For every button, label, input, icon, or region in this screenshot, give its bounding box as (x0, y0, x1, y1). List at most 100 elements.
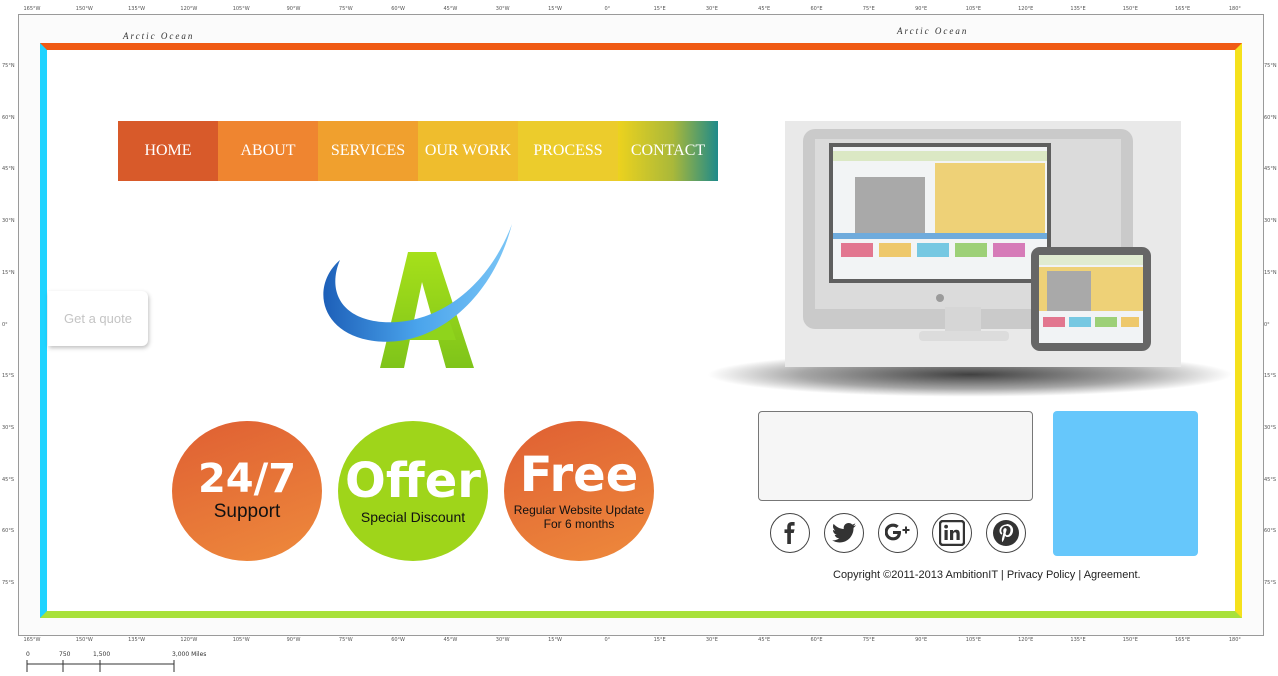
scale-tick-3000: 3,000 Miles (172, 651, 206, 658)
latitude-labels-right: 75°N 60°N 45°N 30°N 15°N 0° 15°S 30°S 45°S 60°S 75… (1264, 0, 1278, 676)
devices-illustration (785, 121, 1181, 367)
longitude-label: 180° (1228, 637, 1241, 643)
longitude-label: 105°W (232, 6, 250, 12)
latitude-label: 60°N (1264, 114, 1277, 121)
longitude-label: 135°E (1070, 637, 1086, 643)
longitude-label: 105°W (232, 637, 250, 643)
latitude-label: 60°S (1264, 528, 1277, 535)
latitude-label: 75°N (1264, 63, 1277, 69)
longitude-label: 75°W (338, 637, 353, 643)
badge-free-big: Free (519, 447, 639, 503)
longitude-label: 30°W (495, 637, 510, 643)
longitude-label: 120°W (180, 637, 198, 643)
latitude-label: 60°N (2, 114, 15, 121)
latitude-label: 75°N (2, 63, 15, 69)
nav-about[interactable]: ABOUT (218, 121, 318, 181)
longitude-label: 45°W (443, 6, 458, 12)
longitude-label: 90°E (915, 637, 928, 643)
scale-tick-0: 0 (26, 651, 30, 658)
longitude-label: 90°W (286, 6, 301, 12)
latitude-label: 30°S (1264, 424, 1277, 431)
longitude-label: 105°E (965, 637, 981, 643)
longitude-label: 0° (604, 637, 611, 643)
longitude-label: 45°E (758, 637, 771, 643)
latitude-label: 75°S (2, 580, 15, 586)
twitter-icon[interactable] (824, 513, 864, 553)
longitude-label: 75°E (862, 6, 875, 12)
longitude-label: 75°E (862, 637, 875, 643)
longitude-label: 150°W (75, 637, 93, 643)
privacy-policy-link[interactable]: Privacy Policy (1007, 569, 1075, 581)
latitude-label: 60°S (2, 528, 15, 535)
longitude-label: 30°W (495, 6, 510, 12)
text-input-box[interactable] (758, 411, 1033, 501)
google-plus-icon[interactable] (878, 513, 918, 553)
longitude-label: 15°W (548, 6, 562, 12)
longitude-label: 105°E (965, 6, 981, 12)
longitude-label: 90°W (286, 637, 301, 643)
longitude-label: 75°W (338, 6, 353, 12)
nav-home[interactable]: HOME (118, 121, 218, 181)
nav-our-work[interactable]: OUR WORK (418, 121, 518, 181)
longitude-label: 45°W (443, 637, 458, 643)
longitude-label: 150°W (75, 6, 93, 12)
longitude-label: 150°E (1122, 6, 1138, 12)
longitude-label: 15°E (653, 6, 666, 12)
longitude-label: 45°E (758, 6, 771, 12)
longitude-label: 135°W (128, 637, 146, 643)
latitude-label: 15°S (2, 373, 15, 380)
latitude-label: 15°S (1264, 373, 1277, 380)
latitude-label: 30°N (2, 218, 15, 225)
longitude-label: 165°W (23, 637, 41, 643)
nav-process[interactable]: PROCESS (518, 121, 618, 181)
main-nav: HOME ABOUT SERVICES OUR WORK PROCESS CON… (118, 121, 718, 181)
longitude-label: 30°E (705, 637, 718, 643)
latitude-label: 45°N (1264, 166, 1277, 173)
longitude-label: 120°E (1018, 6, 1034, 12)
footer-separator: | (997, 569, 1007, 581)
nav-services[interactable]: SERVICES (318, 121, 418, 181)
longitude-label: 30°E (705, 6, 718, 12)
longitude-label: 150°E (1122, 637, 1138, 643)
longitude-label: 165°E (1174, 637, 1191, 643)
longitude-label: 60°W (391, 6, 405, 12)
latitude-label: 30°N (1264, 218, 1277, 225)
latitude-label: 75°S (1264, 580, 1277, 586)
longitude-label: 165°E (1174, 6, 1191, 12)
longitude-labels-top: 165°W 150°W 135°W 120°W 105°W 90°W 75°W 60°W 45°… (0, 3, 1278, 15)
latitude-label: 45°S (2, 476, 15, 483)
longitude-label: 15°E (653, 637, 666, 643)
scale-tick-1500: 1,500 (93, 651, 110, 658)
nav-contact[interactable]: CONTACT (618, 121, 718, 181)
linkedin-icon[interactable] (932, 513, 972, 553)
longitude-label: 60°E (810, 6, 823, 12)
footer-copyright: Copyright ©2011-2013 AmbitionIT | Privac… (833, 569, 1141, 581)
latitude-label: 45°N (2, 166, 15, 173)
ocean-label-right: Arctic Ocean (897, 26, 969, 36)
longitude-label: 0° (604, 6, 611, 12)
longitude-label: 165°W (23, 6, 41, 12)
latitude-label: 0° (1264, 321, 1270, 328)
badge-free-small: Regular Website Update (513, 503, 645, 517)
latitude-label: 30°S (2, 424, 15, 431)
footer-separator: | (1075, 569, 1084, 581)
longitude-label: 180° (1228, 6, 1241, 12)
badge-free: Free Regular Website Update For 6 months (504, 421, 654, 561)
badge-offer: Offer Special Discount (338, 421, 488, 561)
pinterest-icon[interactable] (986, 513, 1026, 553)
longitude-label: 120°W (180, 6, 198, 12)
badge-offer-small: Special Discount (360, 509, 466, 525)
map-scale-bar: 0 750 1,500 3,000 Miles (26, 651, 206, 672)
facebook-icon[interactable] (770, 513, 810, 553)
longitude-label: 15°W (548, 637, 562, 643)
agreement-link[interactable]: Agreement. (1084, 569, 1141, 581)
longitude-label: 120°E (1018, 637, 1034, 643)
latitude-label: 15°N (2, 269, 15, 276)
badge-free-small-2: For 6 months (543, 517, 615, 531)
get-a-quote-button[interactable]: Get a quote (48, 291, 148, 346)
latitude-label: 45°S (1264, 476, 1277, 483)
longitude-label: 60°W (391, 637, 405, 643)
latitude-label: 0° (2, 321, 8, 328)
badge-support-small: Support (213, 501, 281, 522)
badge-support-big: 24/7 (197, 456, 297, 502)
